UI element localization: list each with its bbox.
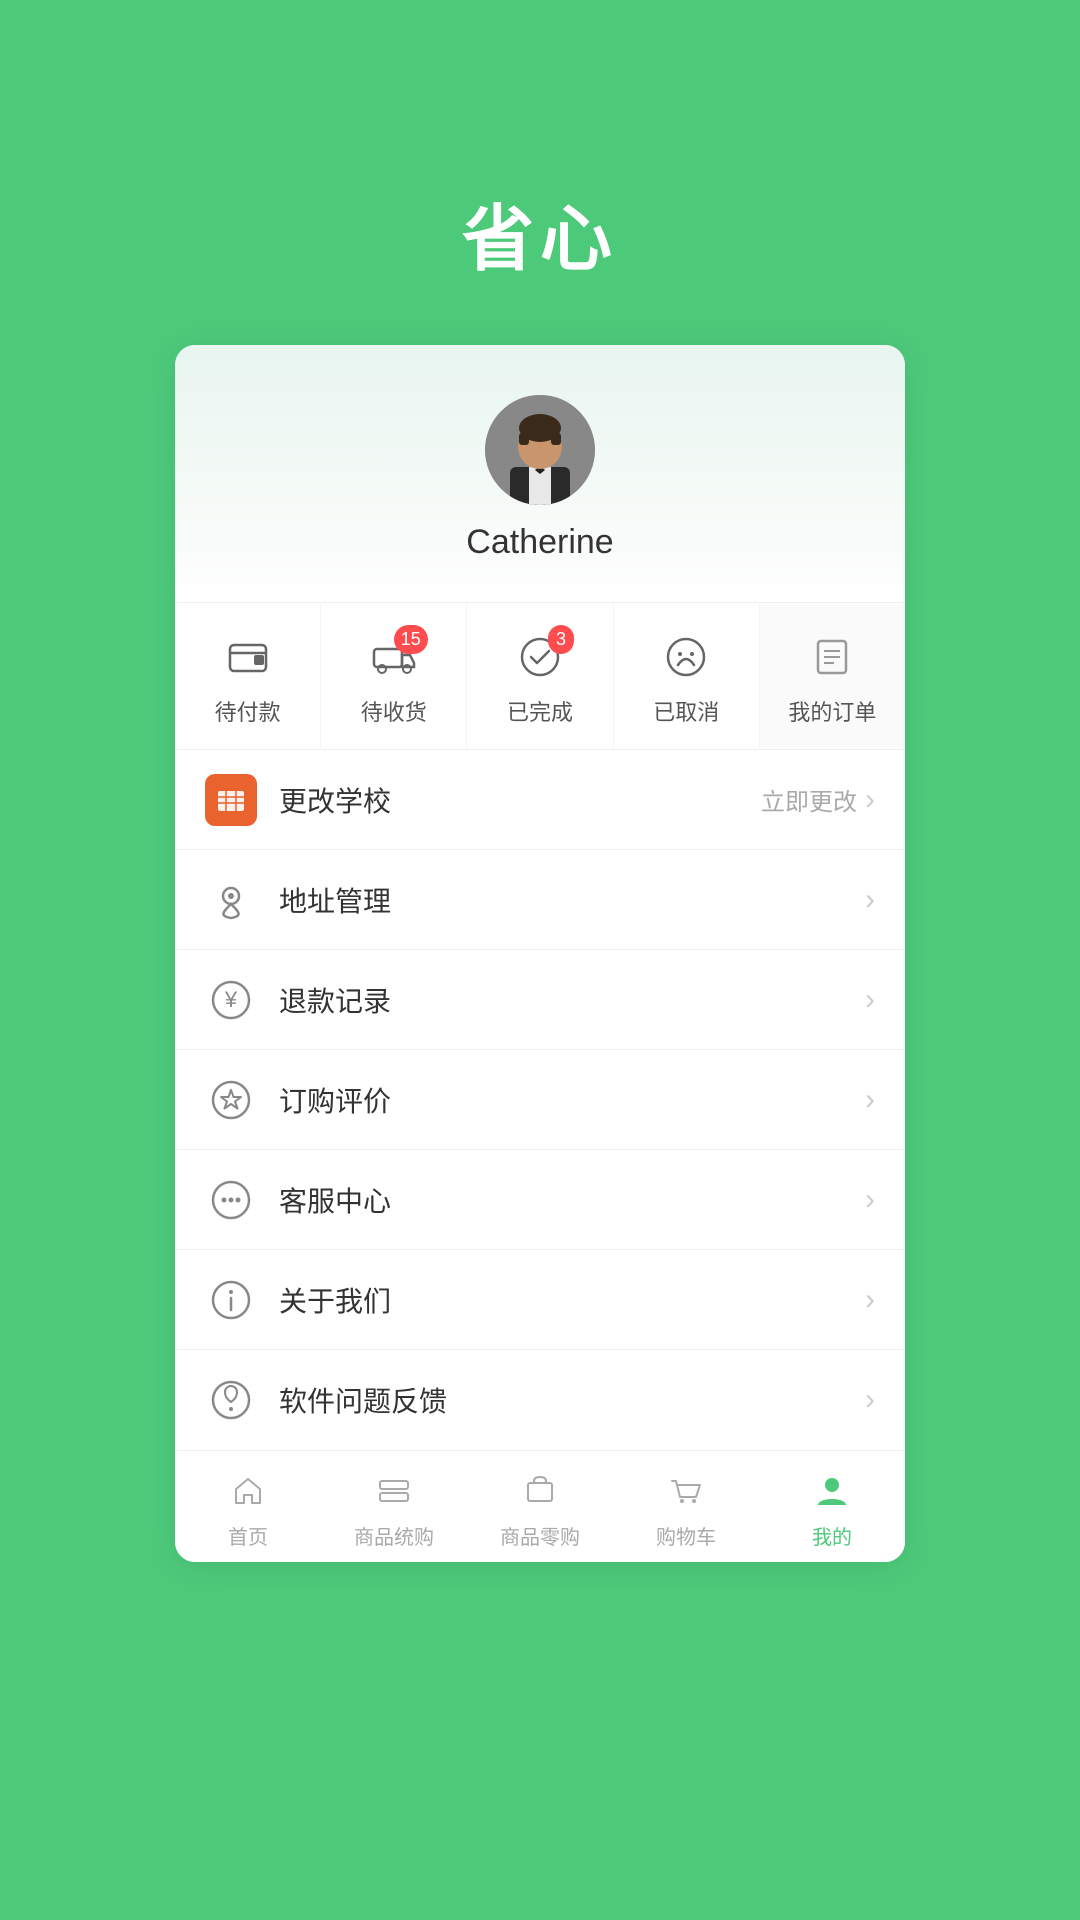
location-icon xyxy=(205,874,257,926)
nav-item-home[interactable]: 首页 xyxy=(175,1451,321,1562)
nav-item-bulk[interactable]: 商品统购 xyxy=(321,1451,467,1562)
retail-icon xyxy=(518,1469,562,1513)
tab-completed-label: 已完成 xyxy=(507,695,573,727)
chevron-right-icon-feedback: › xyxy=(865,1383,875,1417)
menu-item-feedback-label: 软件问题反馈 xyxy=(279,1380,865,1420)
wallet-icon xyxy=(226,635,270,679)
list-icon xyxy=(810,635,854,679)
nav-item-home-label: 首页 xyxy=(228,1521,268,1550)
avatar[interactable] xyxy=(485,395,595,505)
nav-item-retail-label: 商品零购 xyxy=(500,1521,580,1550)
menu-item-change-school[interactable]: 更改学校 立即更改 › xyxy=(175,750,905,850)
nav-item-mine[interactable]: 我的 xyxy=(759,1451,905,1562)
yuan-icon: ¥ xyxy=(205,974,257,1026)
mine-icon xyxy=(810,1469,854,1513)
nav-item-cart[interactable]: 购物车 xyxy=(613,1451,759,1562)
tab-pending-delivery[interactable]: 15 待收货 xyxy=(321,603,467,749)
tab-cancelled[interactable]: 已取消 xyxy=(614,603,760,749)
bulk-purchase-icon xyxy=(372,1469,416,1513)
cart-icon xyxy=(664,1469,708,1513)
app-title: 省心 xyxy=(462,180,618,285)
info-icon xyxy=(205,1274,257,1326)
menu-item-about-label: 关于我们 xyxy=(279,1280,865,1320)
chevron-right-icon-about: › xyxy=(865,1283,875,1317)
menu-item-about[interactable]: 关于我们 › xyxy=(175,1250,905,1350)
cancel-icon xyxy=(664,635,708,679)
tab-my-orders-label: 我的订单 xyxy=(788,695,876,727)
menu-item-change-school-action: 立即更改 xyxy=(761,782,857,817)
menu-item-customer-service[interactable]: 客服中心 › xyxy=(175,1150,905,1250)
tab-my-orders[interactable]: 我的订单 xyxy=(760,603,905,749)
chevron-right-icon-refund: › xyxy=(865,983,875,1017)
profile-username: Catherine xyxy=(466,523,613,562)
chevron-right-icon-service: › xyxy=(865,1183,875,1217)
bottom-nav: 首页 商品统购 商品零购 xyxy=(175,1450,905,1562)
tab-pending-payment-label: 待付款 xyxy=(215,695,281,727)
menu-item-feedback[interactable]: 软件问题反馈 › xyxy=(175,1350,905,1450)
tab-cancelled-label: 已取消 xyxy=(653,695,719,727)
feedback-icon xyxy=(205,1374,257,1426)
menu-item-refund-label: 退款记录 xyxy=(279,980,865,1020)
chevron-right-icon-school: › xyxy=(865,783,875,817)
chat-icon xyxy=(205,1174,257,1226)
menu-item-change-school-label: 更改学校 xyxy=(279,780,761,820)
chevron-right-icon-address: › xyxy=(865,883,875,917)
nav-item-cart-label: 购物车 xyxy=(656,1521,716,1550)
tab-pending-delivery-badge: 15 xyxy=(394,625,428,654)
menu-item-customer-service-label: 客服中心 xyxy=(279,1180,865,1220)
nav-item-retail[interactable]: 商品零购 xyxy=(467,1451,613,1562)
home-icon xyxy=(226,1469,270,1513)
menu-item-review-label: 订购评价 xyxy=(279,1080,865,1120)
tab-pending-delivery-label: 待收货 xyxy=(361,695,427,727)
star-icon xyxy=(205,1074,257,1126)
menu-item-review[interactable]: 订购评价 › xyxy=(175,1050,905,1150)
school-icon xyxy=(205,774,257,826)
menu-list: 更改学校 立即更改 › 地址管理 › xyxy=(175,750,905,1450)
tab-pending-payment[interactable]: 待付款 xyxy=(175,603,321,749)
nav-item-mine-label: 我的 xyxy=(812,1521,852,1550)
order-tabs-container: 待付款 15 待收货 3 已完成 xyxy=(175,602,905,750)
chevron-right-icon-review: › xyxy=(865,1083,875,1117)
menu-item-address-label: 地址管理 xyxy=(279,880,865,920)
svg-text:¥: ¥ xyxy=(224,987,238,1012)
menu-item-address[interactable]: 地址管理 › xyxy=(175,850,905,950)
tab-completed-badge: 3 xyxy=(548,625,574,654)
tab-completed[interactable]: 3 已完成 xyxy=(467,603,613,749)
main-card: Catherine 待付款 15 xyxy=(175,345,905,1562)
profile-header: Catherine xyxy=(175,345,905,602)
nav-item-bulk-label: 商品统购 xyxy=(354,1521,434,1550)
menu-item-refund[interactable]: ¥ 退款记录 › xyxy=(175,950,905,1050)
